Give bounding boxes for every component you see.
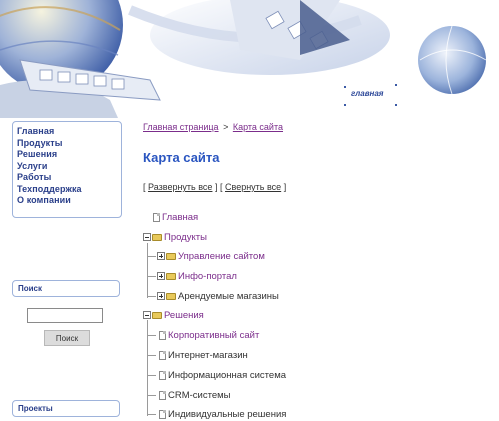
folder-icon <box>152 233 162 241</box>
page-icon <box>159 350 166 360</box>
tree-node-label[interactable]: Индивидуальные решения <box>168 409 286 420</box>
expand-all-link[interactable]: Развернуть все <box>148 182 212 192</box>
page-icon <box>153 212 160 222</box>
collapse-all-link[interactable]: Свернуть все <box>225 182 281 192</box>
tree-node-products[interactable]: Продукты <box>143 230 207 244</box>
tree-node-label[interactable]: Инфо-портал <box>178 271 237 282</box>
tree-node-corporate-site[interactable]: Корпоративный сайт <box>148 328 259 342</box>
expand-icon[interactable] <box>157 252 165 260</box>
collapse-icon[interactable] <box>143 233 151 241</box>
tree-node-label[interactable]: Корпоративный сайт <box>168 330 259 341</box>
toggle-close-bracket: ] <box>214 182 218 192</box>
toggle-close-bracket-2: ] <box>283 182 287 192</box>
tree-connector <box>148 295 156 297</box>
toggle-open-bracket: [ <box>143 182 146 192</box>
nav-item-products[interactable]: Продукты <box>17 138 121 150</box>
nav-item-services[interactable]: Услуги <box>17 161 121 173</box>
page-icon <box>159 330 166 340</box>
search-panel-header: Поиск <box>12 280 120 297</box>
tree-node-crm[interactable]: CRM-системы <box>148 388 231 402</box>
expand-icon[interactable] <box>157 272 165 280</box>
header-banner: главная <box>0 0 499 118</box>
header-home-link[interactable]: главная <box>351 89 384 98</box>
search-button[interactable]: Поиск <box>44 330 90 346</box>
tree-connector <box>148 275 156 277</box>
folder-icon <box>166 252 176 260</box>
tree-connector <box>148 413 156 415</box>
nav-item-home[interactable]: Главная <box>17 126 121 138</box>
nav-item-about[interactable]: О компании <box>17 195 121 207</box>
page-icon <box>159 409 166 419</box>
breadcrumb-separator: > <box>223 122 229 132</box>
folder-icon <box>166 292 176 300</box>
search-input[interactable] <box>27 308 103 323</box>
tree-node-info-portal[interactable]: Инфо-портал <box>148 269 237 283</box>
page-title: Карта сайта <box>143 150 220 165</box>
nav-item-solutions[interactable]: Решения <box>17 149 121 161</box>
banner-artwork <box>0 0 499 118</box>
toggle-open-bracket-2: [ <box>219 182 223 192</box>
page-icon <box>159 370 166 380</box>
tree-node-label[interactable]: Продукты <box>164 232 207 243</box>
tree-connector <box>148 354 156 356</box>
tree-node-site-management[interactable]: Управление сайтом <box>148 249 265 263</box>
tree-node-solutions[interactable]: Решения <box>143 308 204 322</box>
tree-connector <box>148 334 156 336</box>
breadcrumb-current-link[interactable]: Карта сайта <box>233 122 283 132</box>
tree-node-label[interactable]: Главная <box>162 212 198 223</box>
tree-node-label[interactable]: Информационная система <box>168 370 286 381</box>
projects-panel-header: Проекты <box>12 400 120 417</box>
page-icon <box>159 390 166 400</box>
tree-node-label[interactable]: Управление сайтом <box>178 251 265 262</box>
collapse-icon[interactable] <box>143 311 151 319</box>
nav-item-support[interactable]: Техподдержка <box>17 184 121 196</box>
tree-node-label[interactable]: Интернет-магазин <box>168 350 248 361</box>
main-nav: Главная Продукты Решения Услуги Работы Т… <box>12 121 122 218</box>
tree-node-label[interactable]: Решения <box>164 310 204 321</box>
breadcrumb: Главная страница > Карта сайта <box>143 122 283 132</box>
tree-node-rental-shops[interactable]: Арендуемые магазины <box>148 289 279 303</box>
nav-item-works[interactable]: Работы <box>17 172 121 184</box>
tree-node-info-system[interactable]: Информационная система <box>148 368 286 382</box>
tree-connector <box>148 374 156 376</box>
breadcrumb-home-link[interactable]: Главная страница <box>143 122 219 132</box>
folder-icon <box>152 311 162 319</box>
folder-icon <box>166 272 176 280</box>
tree-connector <box>148 255 156 257</box>
tree-node-label[interactable]: Арендуемые магазины <box>178 291 279 302</box>
tree-node-label[interactable]: CRM-системы <box>168 390 231 401</box>
tree-toggle-row: [ Развернуть все ] [ Свернуть все ] <box>143 182 286 192</box>
tree-node-online-store[interactable]: Интернет-магазин <box>148 348 248 362</box>
tree-connector <box>148 394 156 396</box>
expand-icon[interactable] <box>157 292 165 300</box>
tree-node-home[interactable]: Главная <box>151 210 198 224</box>
